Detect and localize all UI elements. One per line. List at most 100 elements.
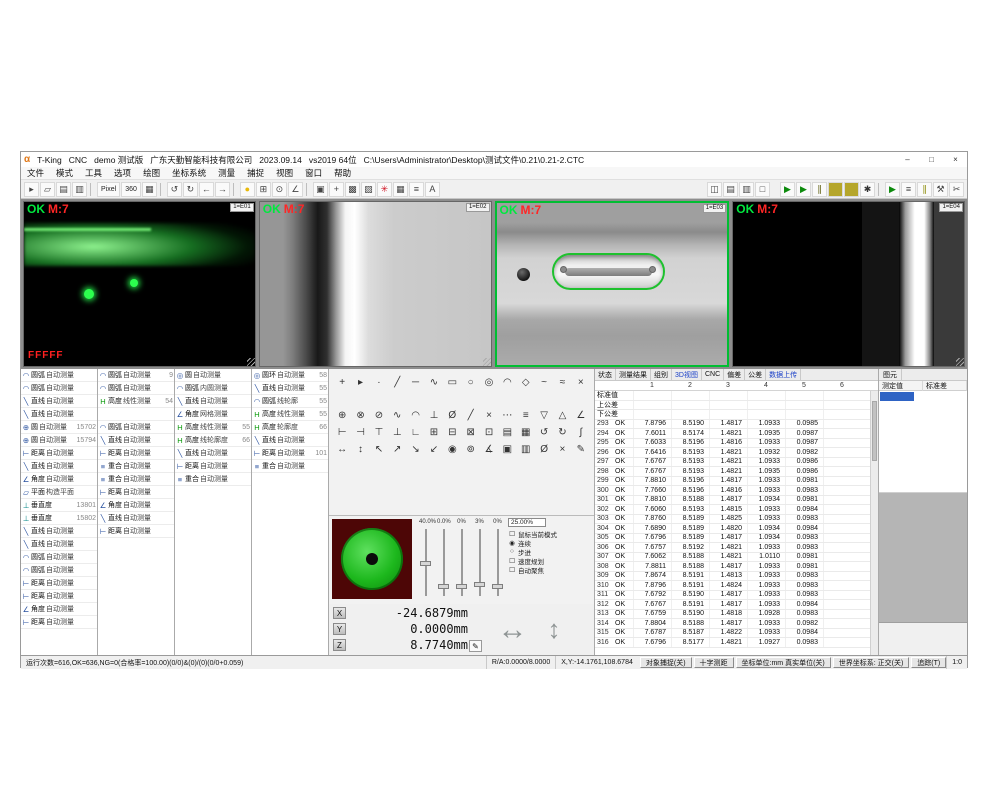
toolbar-icon[interactable] bbox=[160, 183, 164, 196]
list-item[interactable]: ⊢ 距离 自动测量 bbox=[21, 590, 97, 603]
palette-tool[interactable]: ⊟ bbox=[443, 424, 461, 441]
close-button[interactable]: × bbox=[947, 153, 964, 166]
table-tab[interactable]: 偏差 bbox=[724, 369, 745, 380]
resize-grip[interactable] bbox=[247, 358, 255, 366]
list-item[interactable]: ∠ 角度 网格测量 bbox=[175, 408, 251, 421]
toolbar-icon[interactable]: ✂ bbox=[949, 182, 964, 197]
camera-panel-1[interactable]: OK M:7 1=E01 FFFFF bbox=[23, 201, 256, 367]
menu-item[interactable]: 视图 bbox=[270, 167, 299, 179]
list-item[interactable]: ⊕ 圆 自动测量 15702 bbox=[21, 421, 97, 434]
tolerance-row[interactable]: 下公差 bbox=[595, 410, 878, 420]
toolbar-icon[interactable]: ▩ bbox=[345, 182, 360, 197]
table-row[interactable]: 296 OK 7.6416 8.5193 1.4821 1.0932 0.098… bbox=[595, 448, 878, 458]
camera-panel-3[interactable]: OK M:7 1=E03 bbox=[495, 201, 730, 367]
resize-grip[interactable] bbox=[956, 358, 964, 366]
palette-tool[interactable]: ↔ bbox=[333, 441, 351, 458]
palette-tool[interactable]: ~ bbox=[535, 374, 553, 391]
table-row[interactable]: 293 OK 7.8796 8.5190 1.4817 1.0933 0.098… bbox=[595, 420, 878, 430]
table-row[interactable]: 307 OK 7.6062 8.5188 1.4821 1.0110 0.098… bbox=[595, 553, 878, 563]
list-item[interactable]: ⊥ 垂直度 13801 bbox=[21, 499, 97, 512]
list-item[interactable]: ╲ 直线 自动测量 bbox=[21, 395, 97, 408]
jog-y-arrows-icon[interactable]: ↕ bbox=[548, 614, 561, 645]
toolbar-icon[interactable]: ▤ bbox=[56, 182, 71, 197]
jog-slider[interactable]: 40.0% bbox=[419, 518, 432, 600]
status-segment[interactable]: 十字测距 bbox=[694, 657, 734, 668]
table-row[interactable]: 309 OK 7.8674 8.5191 1.4813 1.0933 0.098… bbox=[595, 572, 878, 582]
palette-tool[interactable]: ⊘ bbox=[370, 407, 388, 424]
palette-tool[interactable]: + bbox=[333, 374, 351, 391]
jog-slider[interactable]: 0.0% bbox=[437, 518, 450, 600]
toolbar-icon[interactable]: ▥ bbox=[739, 182, 754, 197]
list-item[interactable]: ╲ 直线 自动测量 bbox=[175, 447, 251, 460]
toolbar-icon[interactable]: ▶ bbox=[885, 182, 900, 197]
menu-item[interactable]: 坐标系统 bbox=[166, 167, 212, 179]
palette-tool[interactable]: ↘ bbox=[406, 441, 424, 458]
table-row[interactable]: 295 OK 7.6033 8.5196 1.4816 1.0933 0.098… bbox=[595, 439, 878, 449]
list-item[interactable]: ◠ 圆弧 自动测量 9 bbox=[98, 369, 174, 382]
toolbar-icon[interactable]: 360 bbox=[121, 182, 141, 197]
jog-x-arrows-icon[interactable]: ↔ bbox=[498, 613, 528, 647]
list-item[interactable]: ⊢ 距离 自动测量 bbox=[98, 525, 174, 538]
list-item[interactable]: ⊢ 距离 自动测量 bbox=[98, 447, 174, 460]
menu-item[interactable]: 文件 bbox=[21, 167, 50, 179]
palette-tool[interactable]: ⋯ bbox=[498, 407, 516, 424]
palette-tool[interactable]: ⊕ bbox=[333, 407, 351, 424]
toolbar-icon[interactable] bbox=[306, 183, 310, 196]
palette-tool[interactable]: ⊞ bbox=[425, 424, 443, 441]
toolbar-icon[interactable]: ◫ bbox=[707, 182, 722, 197]
list-item[interactable]: ▱ 平面 构造平面 bbox=[21, 486, 97, 499]
scrollbar-thumb[interactable] bbox=[872, 401, 877, 461]
palette-tool[interactable]: · bbox=[370, 374, 388, 391]
toolbar-icon[interactable]: ∠ bbox=[288, 182, 303, 197]
table-row[interactable]: 314 OK 7.8804 8.5188 1.4817 1.0933 0.098… bbox=[595, 619, 878, 629]
palette-tool[interactable]: ⊚ bbox=[462, 441, 480, 458]
toolbar-icon[interactable]: Pixel bbox=[97, 182, 120, 197]
camera-panel-2[interactable]: OK M:7 1=E02 bbox=[259, 201, 492, 367]
list-item[interactable]: ◠ 圆弧 自动测量 bbox=[98, 421, 174, 434]
table-row[interactable]: 312 OK 7.6767 8.5191 1.4817 1.0933 0.098… bbox=[595, 600, 878, 610]
palette-tool[interactable]: ▭ bbox=[443, 374, 461, 391]
palette-tool[interactable]: ∫ bbox=[572, 424, 590, 441]
list-item[interactable]: ≡ 重合 自动测量 bbox=[252, 460, 328, 473]
list-item[interactable]: H 高度 线性测量 54 bbox=[98, 395, 174, 408]
elements-tab[interactable]: 图元 bbox=[879, 369, 902, 380]
palette-tool[interactable]: ─ bbox=[406, 374, 424, 391]
table-row[interactable]: 316 OK 7.6796 8.5177 1.4821 1.0927 0.098… bbox=[595, 638, 878, 648]
list-item[interactable]: H 高度 轮廓度 66 bbox=[252, 421, 328, 434]
list-item[interactable]: ⊢ 距离 自动测量 bbox=[98, 486, 174, 499]
resize-grip[interactable] bbox=[483, 358, 491, 366]
toolbar-icon[interactable]: ∥ bbox=[812, 182, 827, 197]
list-item[interactable]: ╲ 直线 自动测量 55 bbox=[252, 382, 328, 395]
table-row[interactable]: 304 OK 7.6890 8.5189 1.4820 1.0934 0.098… bbox=[595, 524, 878, 534]
palette-tool[interactable]: × bbox=[572, 374, 590, 391]
palette-tool[interactable]: ∟ bbox=[406, 424, 424, 441]
toolbar-icon[interactable]: ← bbox=[199, 182, 214, 197]
list-item[interactable]: ∠ 角度 自动测量 bbox=[98, 499, 174, 512]
palette-tool[interactable]: ╱ bbox=[462, 407, 480, 424]
table-row[interactable]: 298 OK 7.6767 8.5193 1.4821 1.0935 0.098… bbox=[595, 467, 878, 477]
table-row[interactable]: 299 OK 7.8810 8.5196 1.4817 1.0933 0.098… bbox=[595, 477, 878, 487]
list-item[interactable]: ╲ 直线 自动测量 bbox=[21, 538, 97, 551]
table-row[interactable]: 310 OK 7.8796 8.5191 1.4824 1.0933 0.098… bbox=[595, 581, 878, 591]
table-tab[interactable]: 组别 bbox=[651, 369, 672, 380]
axis-badge[interactable]: Y bbox=[333, 623, 346, 635]
toolbar-icon[interactable]: ▨ bbox=[361, 182, 376, 197]
list-item[interactable]: ⊢ 距离 自动测量 bbox=[21, 616, 97, 629]
table-tab[interactable]: 测量结果 bbox=[616, 369, 651, 380]
status-segment[interactable]: 世界坐标系: 正交(关) bbox=[833, 657, 910, 668]
list-item[interactable]: ⊢ 距离 自动测量 101 bbox=[252, 447, 328, 460]
palette-tool[interactable]: ↺ bbox=[535, 424, 553, 441]
palette-tool[interactable]: ▸ bbox=[351, 374, 369, 391]
status-segment[interactable]: X,Y:-14.1761,108.6784 bbox=[555, 656, 638, 669]
menu-item[interactable]: 窗口 bbox=[299, 167, 328, 179]
status-segment[interactable]: 对象捕捉(关) bbox=[640, 657, 692, 668]
slider-thumb[interactable] bbox=[492, 584, 503, 589]
palette-tool[interactable]: ⊥ bbox=[425, 407, 443, 424]
list-item[interactable]: ◠ 圆弧 自动测量 bbox=[21, 382, 97, 395]
palette-tool[interactable]: △ bbox=[553, 407, 571, 424]
list-item[interactable]: ◠ 圆弧 自动测量 bbox=[21, 551, 97, 564]
toolbar-icon[interactable] bbox=[233, 183, 237, 196]
list-item[interactable]: ≡ 重合 自动测量 bbox=[175, 473, 251, 486]
toolbar-icon[interactable]: ▦ bbox=[142, 182, 157, 197]
list-item[interactable]: ╲ 直线 自动测量 bbox=[252, 434, 328, 447]
